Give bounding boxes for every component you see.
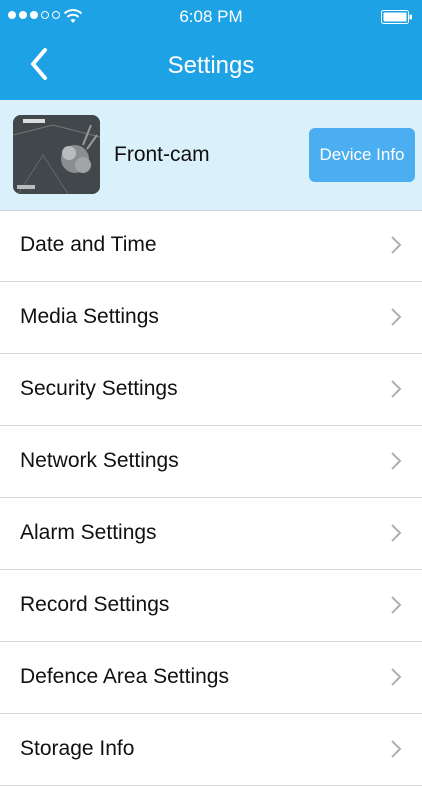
settings-item-security[interactable]: Security Settings — [0, 354, 422, 426]
device-info-button[interactable]: Device Info — [309, 128, 415, 182]
list-item-label: Defence Area Settings — [20, 665, 229, 688]
list-item-label: Security Settings — [20, 377, 178, 400]
list-item-label: Record Settings — [20, 593, 170, 616]
chevron-right-icon — [391, 452, 402, 470]
settings-item-alarm[interactable]: Alarm Settings — [0, 498, 422, 570]
chevron-right-icon — [391, 668, 402, 686]
list-item-label: Media Settings — [20, 305, 159, 328]
settings-item-date-time[interactable]: Date and Time — [0, 210, 422, 282]
settings-item-defence-area[interactable]: Defence Area Settings — [0, 642, 422, 714]
settings-item-network[interactable]: Network Settings — [0, 426, 422, 498]
settings-item-media[interactable]: Media Settings — [0, 282, 422, 354]
chevron-right-icon — [391, 740, 402, 758]
device-header: Front-cam Device Info — [0, 100, 422, 211]
settings-list: Date and Time Media Settings Security Se… — [0, 210, 422, 786]
list-item-label: Date and Time — [20, 233, 157, 256]
list-item-label: Network Settings — [20, 449, 179, 472]
battery-icon — [381, 10, 412, 24]
top-bar: 6:08 PM Settings — [0, 0, 422, 100]
device-name: Front-cam — [114, 143, 210, 166]
settings-item-storage-info[interactable]: Storage Info — [0, 714, 422, 786]
chevron-right-icon — [391, 380, 402, 398]
page-title: Settings — [167, 52, 255, 79]
list-item-label: Storage Info — [20, 737, 135, 760]
chevron-right-icon — [391, 236, 402, 254]
chevron-right-icon — [391, 524, 402, 542]
status-time: 6:08 PM — [179, 7, 243, 26]
status-bar: 6:08 PM — [0, 0, 422, 34]
list-item-label: Alarm Settings — [20, 521, 157, 544]
chevron-right-icon — [391, 308, 402, 326]
chevron-right-icon — [391, 596, 402, 614]
camera-thumbnail[interactable] — [13, 115, 100, 194]
settings-item-record[interactable]: Record Settings — [0, 570, 422, 642]
